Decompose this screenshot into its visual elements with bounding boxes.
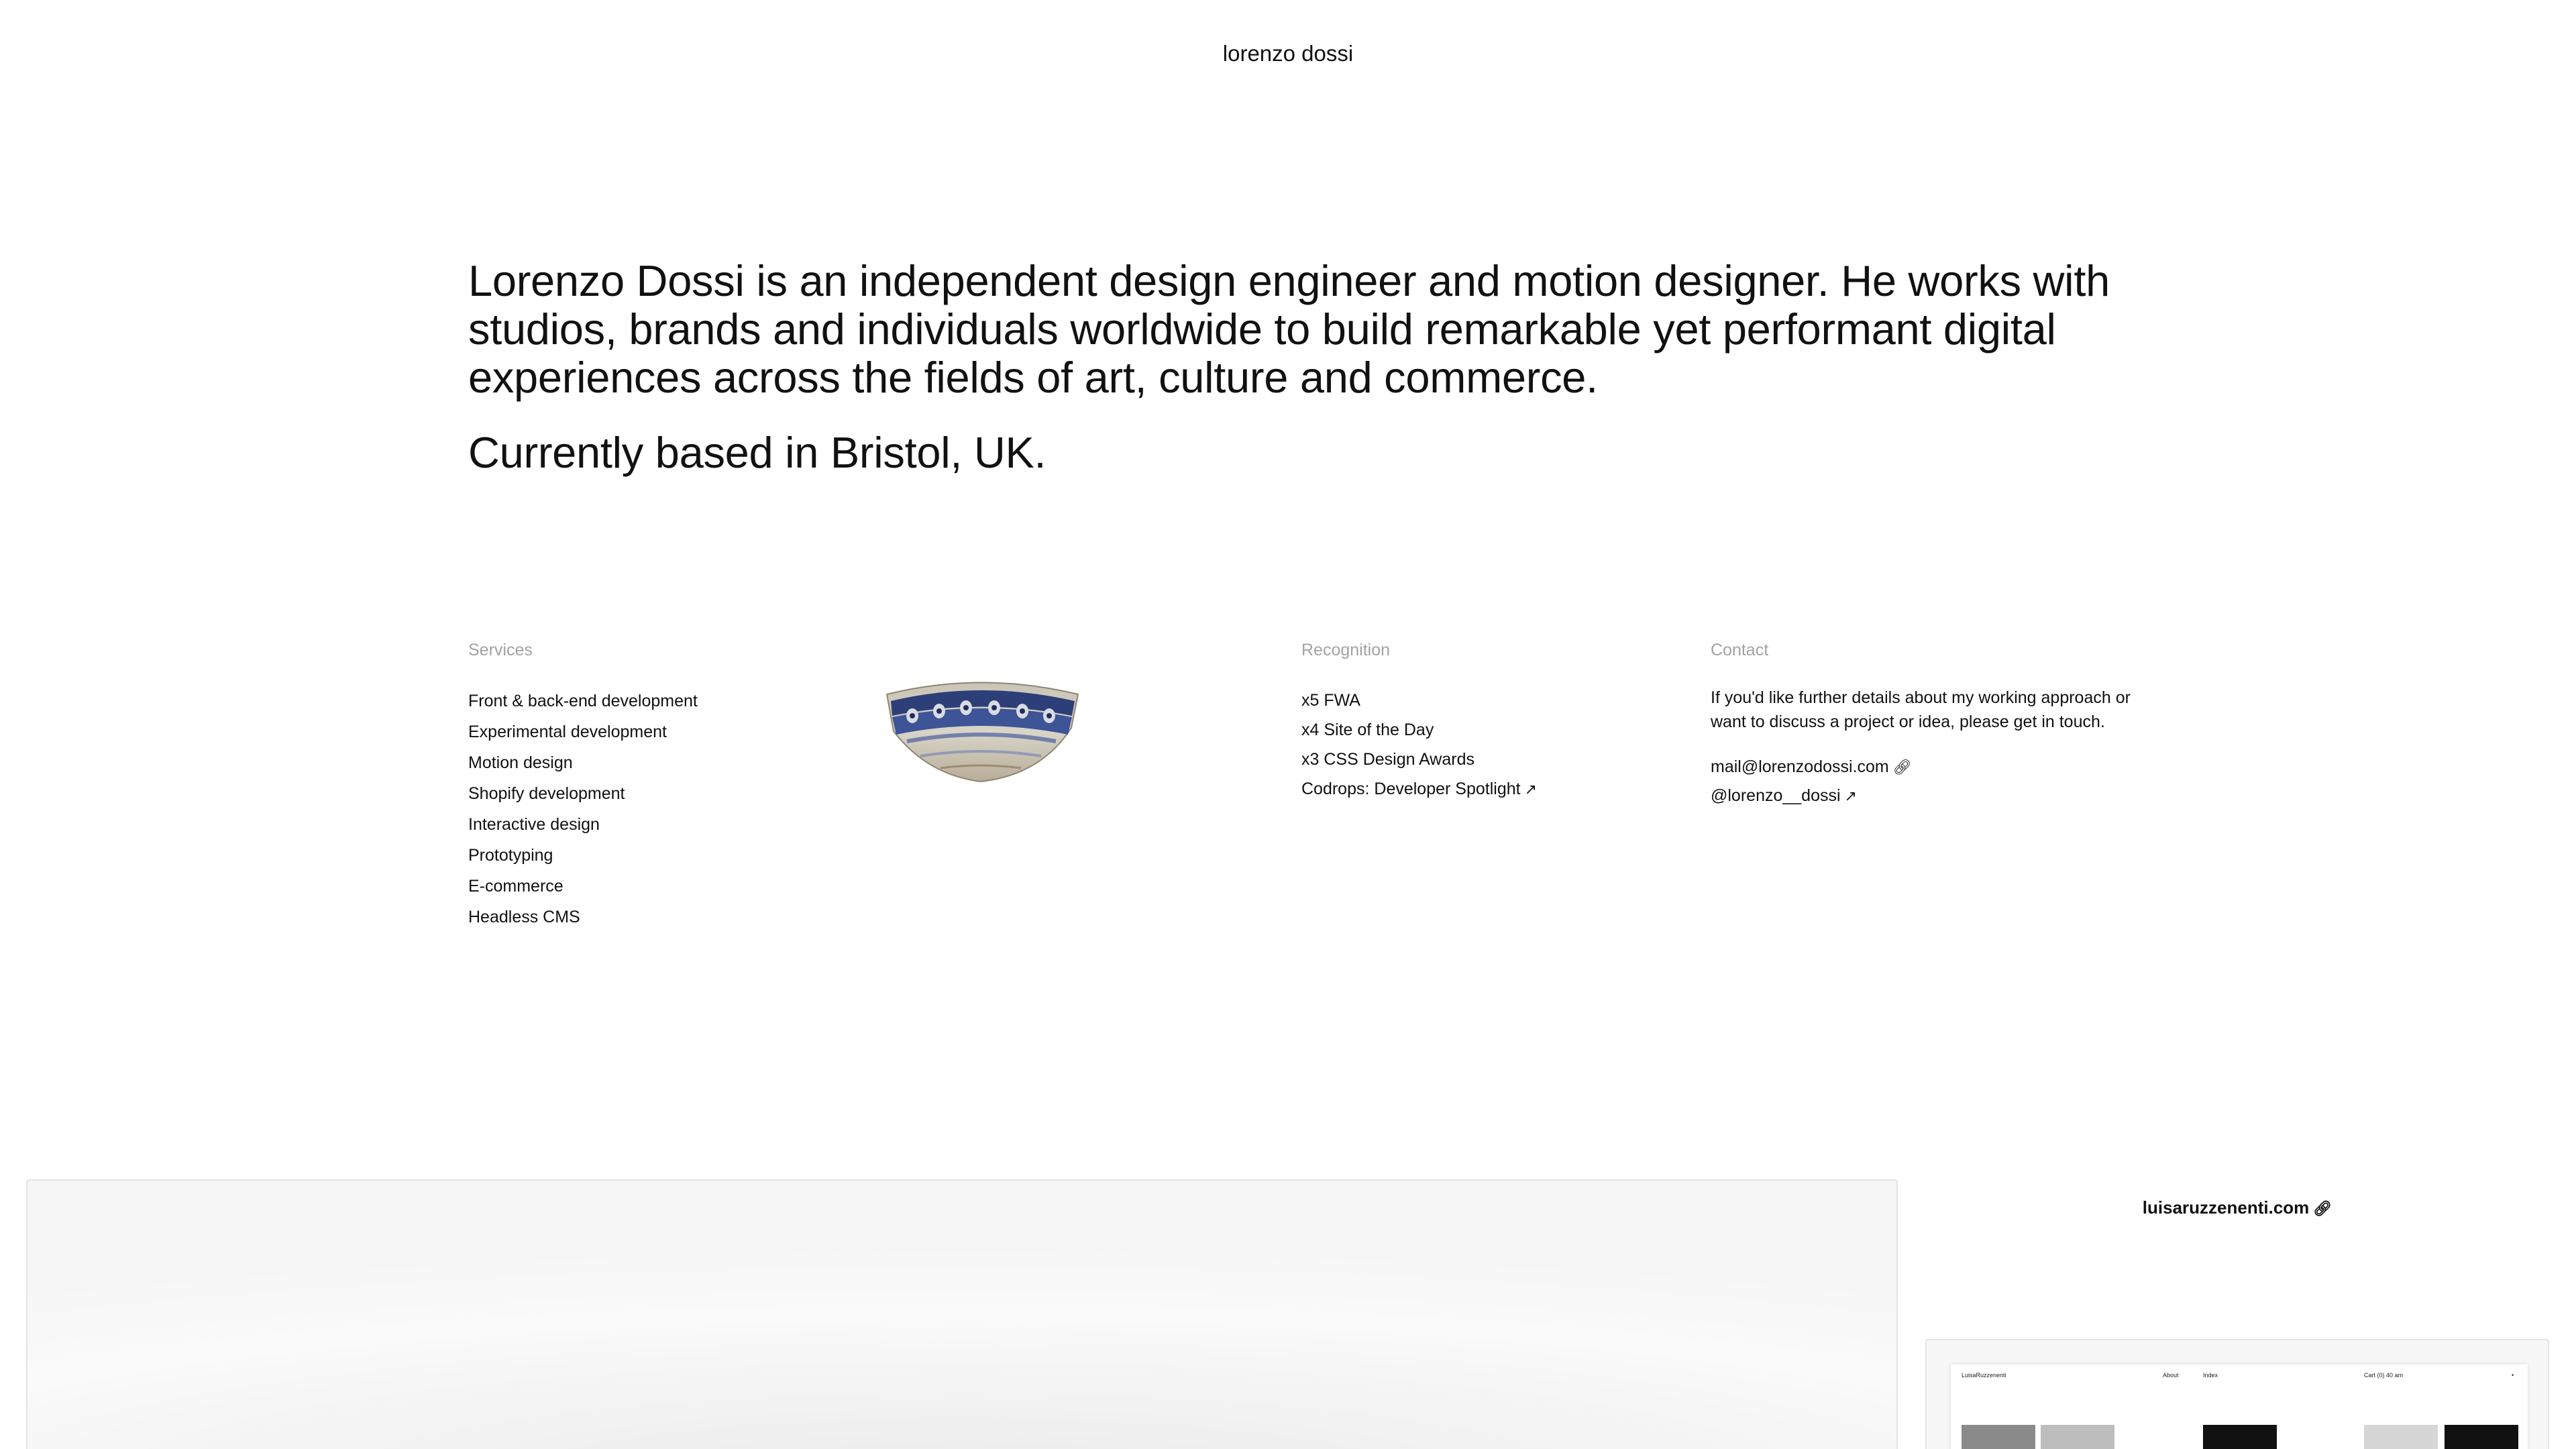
recognition-item: x3 CSS Design Awards: [1301, 750, 1474, 769]
recognition-list: x5 FWA x4 Site of the Day x3 CSS Design …: [1301, 686, 1677, 804]
contact-heading: Contact: [1711, 641, 1769, 659]
recognition-item: Codrops: Developer Spotlight ↗: [1301, 774, 1677, 804]
mini-website-screenshot: LuisaRuzzenenti About Index Cart (0) 40 …: [1951, 1364, 2528, 1449]
contact-column: Contact If you'd like further details ab…: [1711, 637, 2140, 810]
mini-thumb: [2041, 1425, 2114, 1449]
pottery-shard-image: [885, 682, 1079, 783]
project-preview-small[interactable]: LuisaRuzzenenti About Index Cart (0) 40 …: [1925, 1339, 2549, 1449]
codrops-link[interactable]: Codrops: Developer Spotlight ↗: [1301, 780, 1537, 798]
recognition-column: Recognition x5 FWA x4 Site of the Day x3…: [1301, 637, 1677, 804]
link-icon: 🔗︎: [1892, 759, 1912, 775]
mini-nav-index: Index: [2203, 1372, 2218, 1379]
intro-paragraph: Lorenzo Dossi is an independent design e…: [468, 256, 2110, 402]
mini-thumb: [2364, 1425, 2438, 1449]
service-item: Headless CMS: [468, 908, 580, 926]
mini-nav-brand: LuisaRuzzenenti: [1962, 1372, 2006, 1379]
services-column: Services Front & back-end development Ex…: [468, 637, 844, 932]
handle-label: @lorenzo__dossi: [1711, 786, 1841, 805]
arrow-up-right-icon: ↗: [1524, 781, 1538, 798]
arrow-up-right-icon: ↗: [1844, 788, 1857, 804]
project-preview-large[interactable]: [26, 1179, 1898, 1449]
link-icon: 🔗︎: [2313, 1200, 2332, 1217]
service-item: Interactive design: [468, 815, 600, 834]
recognition-item: x5 FWA: [1301, 691, 1360, 710]
intro-section: Lorenzo Dossi is an independent design e…: [468, 257, 2145, 477]
site-title-link[interactable]: lorenzo dossi: [0, 38, 2576, 70]
service-item: Shopify development: [468, 784, 625, 803]
recognition-heading: Recognition: [1301, 641, 1391, 659]
codrops-link-label: Codrops: Developer Spotlight: [1301, 780, 1521, 798]
service-item: E-commerce: [468, 877, 564, 896]
project-url-label: luisaruzzenenti.com: [2142, 1197, 2310, 1218]
service-item: Experimental development: [468, 722, 667, 741]
service-item: Front & back-end development: [468, 692, 698, 710]
services-heading: Services: [468, 641, 533, 659]
email-label: mail@lorenzodossi.com: [1711, 757, 1889, 776]
intro-location: Currently based in Bristol, UK.: [468, 428, 1046, 477]
handle-link[interactable]: @lorenzo__dossi ↗: [1711, 782, 2140, 810]
mini-nav-cart: Cart (0) 40 am: [2364, 1372, 2404, 1379]
contact-text: If you'd like further details about my w…: [1711, 688, 2131, 731]
mini-nav-about: About: [2163, 1372, 2179, 1379]
project-url-link[interactable]: luisaruzzenenti.com 🔗︎: [1925, 1194, 2549, 1222]
mini-thumb: [1962, 1425, 2035, 1449]
service-item: Prototyping: [468, 846, 553, 865]
services-list: Front & back-end development Experimenta…: [468, 686, 844, 932]
page: lorenzo dossi Lorenzo Dossi is an indepe…: [0, 0, 2576, 1449]
email-link[interactable]: mail@lorenzodossi.com 🔗︎: [1711, 753, 2140, 782]
mini-thumb: [2445, 1425, 2518, 1449]
service-item: Motion design: [468, 753, 573, 772]
recognition-item: x4 Site of the Day: [1301, 720, 1434, 739]
mini-nav-dot: •: [2512, 1372, 2514, 1379]
mini-thumb: [2203, 1425, 2277, 1449]
